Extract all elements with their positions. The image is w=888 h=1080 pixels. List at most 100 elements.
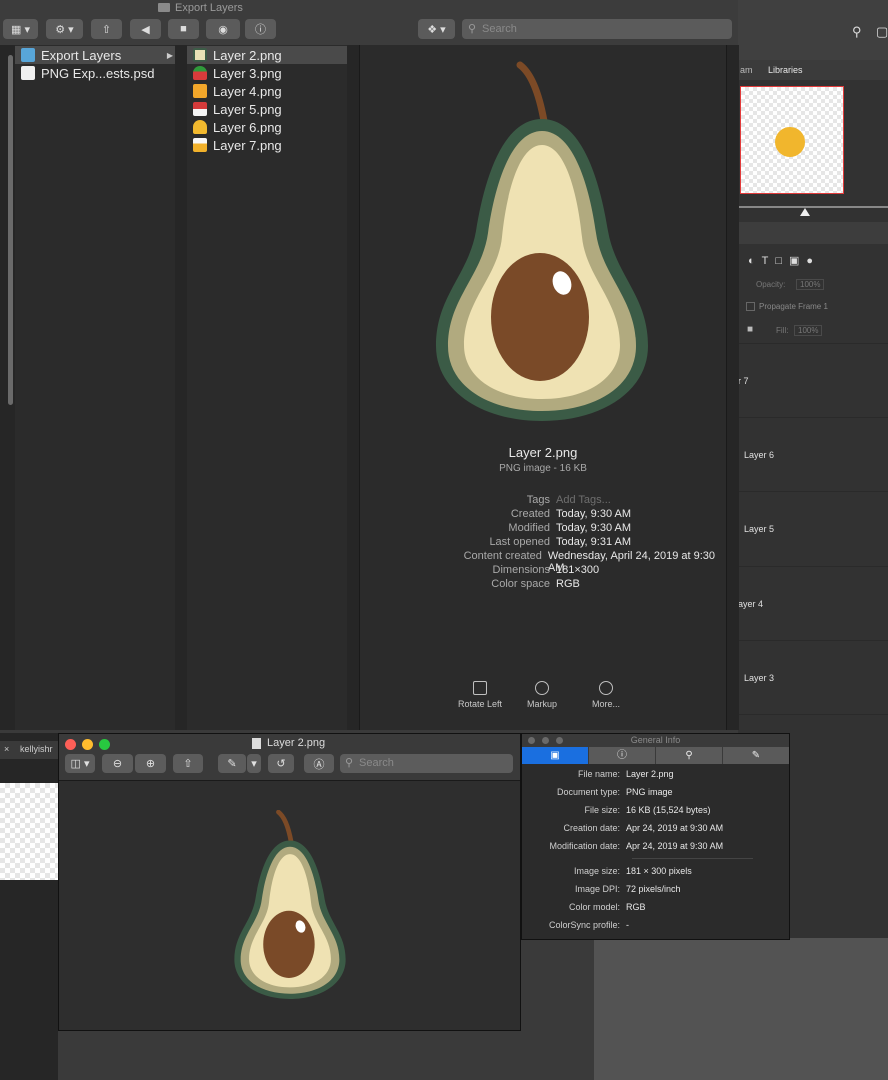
close-button[interactable] [65, 739, 76, 750]
panel-icon[interactable]: ▢ [876, 24, 888, 40]
search-placeholder: Search [359, 757, 394, 769]
info-value: Apr 24, 2019 at 9:30 AM [626, 823, 724, 833]
png-file-icon [193, 138, 207, 152]
layer-row[interactable]: ayer 4 [738, 566, 888, 641]
new-folder-button[interactable]: ■ [168, 19, 199, 39]
share-button[interactable]: ⇧ [91, 19, 122, 39]
list-item[interactable]: PNG Exp...ests.psd [15, 64, 175, 82]
annotate-button[interactable]: Ⓐ [304, 754, 334, 773]
layer-filter-icons[interactable]: ◐T□▣● [748, 254, 820, 267]
markup-button[interactable]: Markup [512, 681, 572, 709]
meta-value: RGB [556, 578, 580, 590]
opacity-control[interactable]: Opacity: 100% [742, 278, 888, 292]
info-key: ColorSync profile: [548, 920, 620, 930]
fill-control[interactable]: ■ Fill: 100% [742, 324, 888, 338]
list-item[interactable]: Export Layers ▶ [15, 46, 175, 64]
document-icon [252, 738, 261, 749]
layer-name: Layer 5 [744, 524, 775, 534]
meta-key: Content created [463, 550, 542, 562]
layer-row[interactable]: Layer 5 [738, 491, 888, 566]
info-key: Document type: [556, 787, 620, 797]
info-value: 16 KB (15,524 bytes) [626, 805, 711, 815]
tab-am[interactable]: am [740, 65, 753, 75]
finder-window: Export Layers ▦ ▾ ⚙ ▾ ⇧ ◀ ■ ◉ ⓘ ❖ ▾ ⚲ Se… [0, 0, 739, 730]
propagate-frame-checkbox[interactable]: Propagate Frame 1 [746, 302, 828, 312]
info-row: Image size: 181 × 300 pixels [522, 862, 789, 880]
layer-row[interactable]: Layer 3 [738, 640, 888, 715]
folder-icon [21, 48, 35, 62]
column-resize-handle[interactable] [347, 45, 360, 730]
minimize-button[interactable] [82, 739, 93, 750]
rotate-left-icon [473, 681, 487, 695]
zoom-out-button[interactable]: ⊖ [102, 754, 133, 773]
background-editor: × kellyishr [0, 733, 58, 1080]
layers-panel-header [738, 222, 888, 244]
sidebar-toggle-button[interactable]: ◫ ▾ [65, 754, 95, 773]
info-value: 181 × 300 pixels [626, 866, 692, 876]
get-info-button[interactable]: ⓘ [245, 19, 276, 39]
meta-value: Today, 9:30 AM [556, 508, 632, 520]
action-gear-button[interactable]: ⚙ ▾ [46, 19, 83, 39]
layer-name: Layer 3 [744, 673, 775, 683]
meta-key: Last opened [489, 536, 550, 548]
document-tab[interactable]: × kellyishr [0, 741, 58, 759]
item-label: Layer 4.png [213, 83, 282, 99]
navigator-slider[interactable] [738, 206, 888, 208]
tab-more-info[interactable]: ⓘ [588, 747, 655, 764]
tab-search[interactable]: ⚲ [655, 747, 722, 764]
meta-row: Last opened Today, 9:31 AM [360, 536, 726, 550]
tab-annotations[interactable]: ✎ [722, 747, 789, 764]
tab-libraries[interactable]: Libraries [768, 65, 803, 75]
window-title: Export Layers [175, 2, 243, 14]
dropbox-button[interactable]: ❖ ▾ [418, 19, 455, 39]
info-row: File name: Layer 2.png [522, 765, 789, 783]
search-field[interactable]: ⚲ Search [340, 754, 513, 773]
more-icon [599, 681, 613, 695]
search-icon[interactable]: ⚲ [852, 24, 862, 40]
slider-thumb[interactable] [800, 208, 810, 216]
meta-value: Wednesday, April 24, 2019 at 9:30 AM [547, 550, 716, 574]
list-item[interactable]: Layer 5.png [187, 100, 347, 118]
info-row: Document type: PNG image [522, 783, 789, 801]
opacity-value[interactable]: 100% [796, 279, 825, 290]
zoom-in-button[interactable]: ⊕ [135, 754, 166, 773]
list-item[interactable]: Layer 6.png [187, 118, 347, 136]
markup-menu-button[interactable]: ▾ [247, 754, 261, 773]
tab-close-icon[interactable]: × [4, 744, 9, 754]
view-options-button[interactable]: ▦ ▾ [3, 19, 38, 39]
rotate-button[interactable]: ↺ [268, 754, 294, 773]
sidebar-scrollbar[interactable] [8, 55, 13, 405]
meta-row: Created Today, 9:30 AM [360, 508, 726, 522]
quicklook-eye-button[interactable]: ◉ [206, 19, 240, 39]
layer-row[interactable]: Layer 6 [738, 417, 888, 492]
fill-value[interactable]: 100% [794, 325, 823, 336]
psd-file-icon [21, 66, 35, 80]
zoom-button[interactable] [99, 739, 110, 750]
list-item[interactable]: Layer 2.png [187, 46, 347, 64]
meta-key: Color space [491, 578, 550, 590]
info-row: File size: 16 KB (15,524 bytes) [522, 801, 789, 819]
info-key: Image DPI: [574, 884, 620, 894]
sidebar-strip [0, 45, 16, 730]
list-item[interactable]: Layer 7.png [187, 136, 347, 154]
propagate-label: Propagate Frame 1 [759, 302, 828, 311]
rotate-left-button[interactable]: Rotate Left [450, 681, 510, 709]
more-button[interactable]: More... [576, 681, 636, 709]
tab-general[interactable]: ▣ [522, 747, 588, 764]
markup-pen-button[interactable]: ✎ [218, 754, 246, 773]
list-item[interactable]: Layer 3.png [187, 64, 347, 82]
meta-row: Color space RGB [360, 578, 726, 592]
layer-row[interactable]: r 7 [738, 343, 888, 418]
meta-key: Created [510, 508, 550, 520]
tag-button[interactable]: ◀ [130, 19, 161, 39]
share-button[interactable]: ⇧ [173, 754, 203, 773]
search-field[interactable]: ⚲ Search [462, 19, 732, 39]
info-key: Modification date: [549, 841, 620, 851]
lock-icon[interactable]: ■ [747, 324, 753, 335]
column-resize-handle[interactable] [726, 45, 739, 730]
tags-field[interactable]: Add Tags... [556, 494, 611, 508]
chevron-right-icon: ▶ [166, 50, 173, 60]
avocado-pit [491, 253, 589, 381]
list-item[interactable]: Layer 4.png [187, 82, 347, 100]
info-key: File size: [584, 805, 620, 815]
